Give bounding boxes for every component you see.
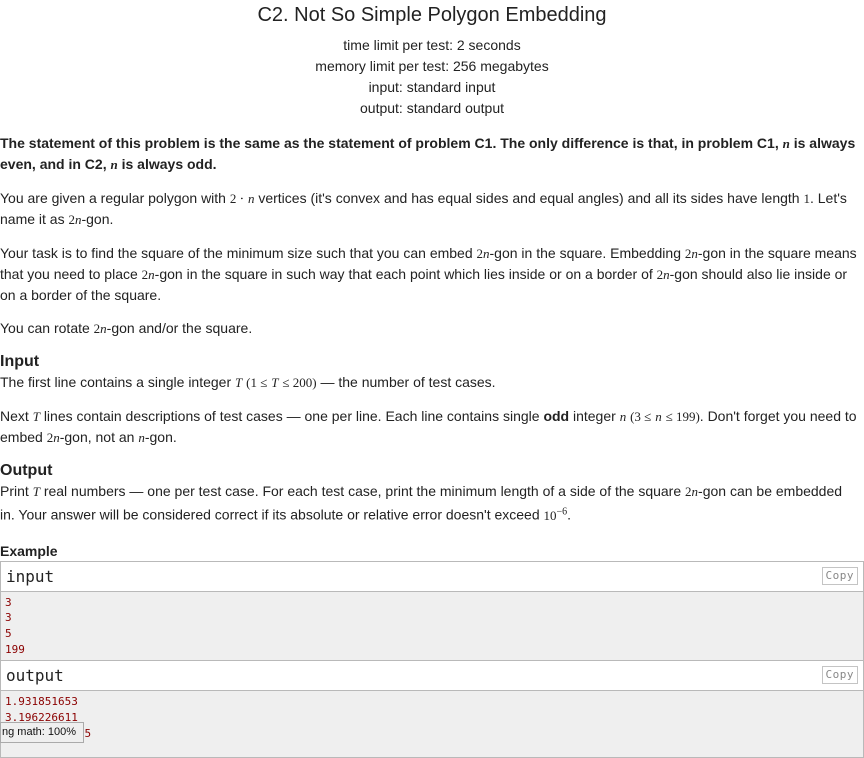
- copy-input-button[interactable]: Copy: [821, 566, 858, 585]
- text: vertices (it's convex and has equal side…: [258, 190, 800, 206]
- time-limit: time limit per test: 2 seconds: [343, 37, 521, 53]
- text: Print: [0, 483, 29, 499]
- statement-paragraph-3: You can rotate 2n-gon and/or the square.: [0, 318, 864, 339]
- problem-limits: time limit per test: 2 seconds memory li…: [0, 35, 864, 119]
- input-line: 199: [5, 642, 25, 656]
- input-line: 5: [5, 627, 12, 641]
- example-heading: Example: [0, 542, 58, 559]
- text: real numbers — one per test case. For ea…: [43, 483, 682, 499]
- text: Your task is to find the square of the m…: [0, 245, 473, 261]
- text: .: [567, 506, 572, 523]
- text: — the number of test cases.: [320, 374, 496, 390]
- math-2-dot-n: 2 ⋅ n: [229, 191, 255, 206]
- math-2n: 2n: [93, 321, 107, 336]
- text: lines contain descriptions of test cases…: [43, 408, 540, 424]
- math-T: T: [32, 409, 40, 424]
- text: -gon, not an: [59, 429, 135, 445]
- input-line: 3: [5, 611, 12, 625]
- sample-output-title: output: [6, 666, 64, 686]
- input-paragraph-1: The first line contains a single integer…: [0, 372, 864, 393]
- output-line: 1.931851653: [5, 695, 78, 709]
- input-line: 3: [5, 595, 12, 609]
- math-n-range: (3 ≤ n ≤ 199): [630, 409, 700, 424]
- copy-output-button[interactable]: Copy: [821, 666, 858, 685]
- math-n: n: [782, 136, 790, 151]
- memory-limit: memory limit per test: 256 megabytes: [315, 58, 549, 74]
- output-line: 3.196226611: [5, 711, 78, 725]
- math-T: T: [32, 484, 40, 499]
- text: You can rotate: [0, 320, 90, 336]
- sample-output: output Copy 1.931851653 3.196226611 126.…: [0, 661, 864, 758]
- math-n: n: [110, 157, 118, 172]
- input-paragraph-2: Next T lines contain descriptions of tes…: [0, 406, 864, 448]
- sample-output-content: 1.931851653 3.196226611 126.687663595: [1, 691, 863, 758]
- math-2n: 2n: [685, 484, 699, 499]
- math-2n: 2n: [46, 430, 60, 445]
- output-heading: Output: [0, 462, 53, 479]
- page-title: C2. Not So Simple Polygon Embedding: [257, 4, 607, 26]
- statement-paragraph-2: Your task is to find the square of the m…: [0, 243, 864, 305]
- math-2n: 2n: [656, 267, 670, 282]
- text: -gon in the square. Embedding: [489, 245, 681, 261]
- output-paragraph-1: Print T real numbers — one per test case…: [0, 481, 864, 526]
- math-2n: 2n: [684, 246, 698, 261]
- math-T: T: [235, 375, 243, 390]
- text: -gon and/or the square.: [106, 320, 253, 336]
- math-T-range: (1 ≤ T ≤ 200): [246, 375, 317, 390]
- lead-text-c: is always odd.: [121, 156, 217, 172]
- odd-emphasis: odd: [543, 408, 570, 424]
- sample-input-header: input Copy: [1, 562, 863, 592]
- math-2n: 2n: [476, 246, 490, 261]
- text: -gon.: [81, 211, 114, 227]
- sample-input-title: input: [6, 566, 55, 586]
- input-heading: Input: [0, 353, 40, 370]
- text: integer: [572, 408, 616, 424]
- text: You are given a regular polygon with: [0, 190, 226, 206]
- math-2n: 2n: [141, 267, 155, 282]
- sample-input: input Copy 3 3 5 199: [0, 560, 864, 662]
- text: -gon in the square in such way that each…: [154, 266, 653, 282]
- text: Next: [0, 408, 29, 424]
- math-error-bound: 10−6: [543, 506, 568, 523]
- math-n: n: [619, 409, 627, 424]
- output-file: output: standard output: [360, 100, 504, 116]
- statement-lead: The statement of this problem is the sam…: [0, 133, 864, 175]
- math-2n: 2n: [68, 212, 82, 227]
- input-file: input: standard input: [368, 79, 496, 95]
- sample-input-content: 3 3 5 199: [1, 591, 863, 661]
- text: The first line contains a single integer: [0, 374, 232, 390]
- statement-paragraph-1: You are given a regular polygon with 2 ⋅…: [0, 188, 864, 230]
- lead-text-a: The statement of this problem is the sam…: [0, 135, 779, 151]
- sample-output-header: output Copy: [1, 661, 863, 692]
- text: -gon.: [144, 429, 177, 445]
- output-line: 126.687663595: [5, 726, 859, 742]
